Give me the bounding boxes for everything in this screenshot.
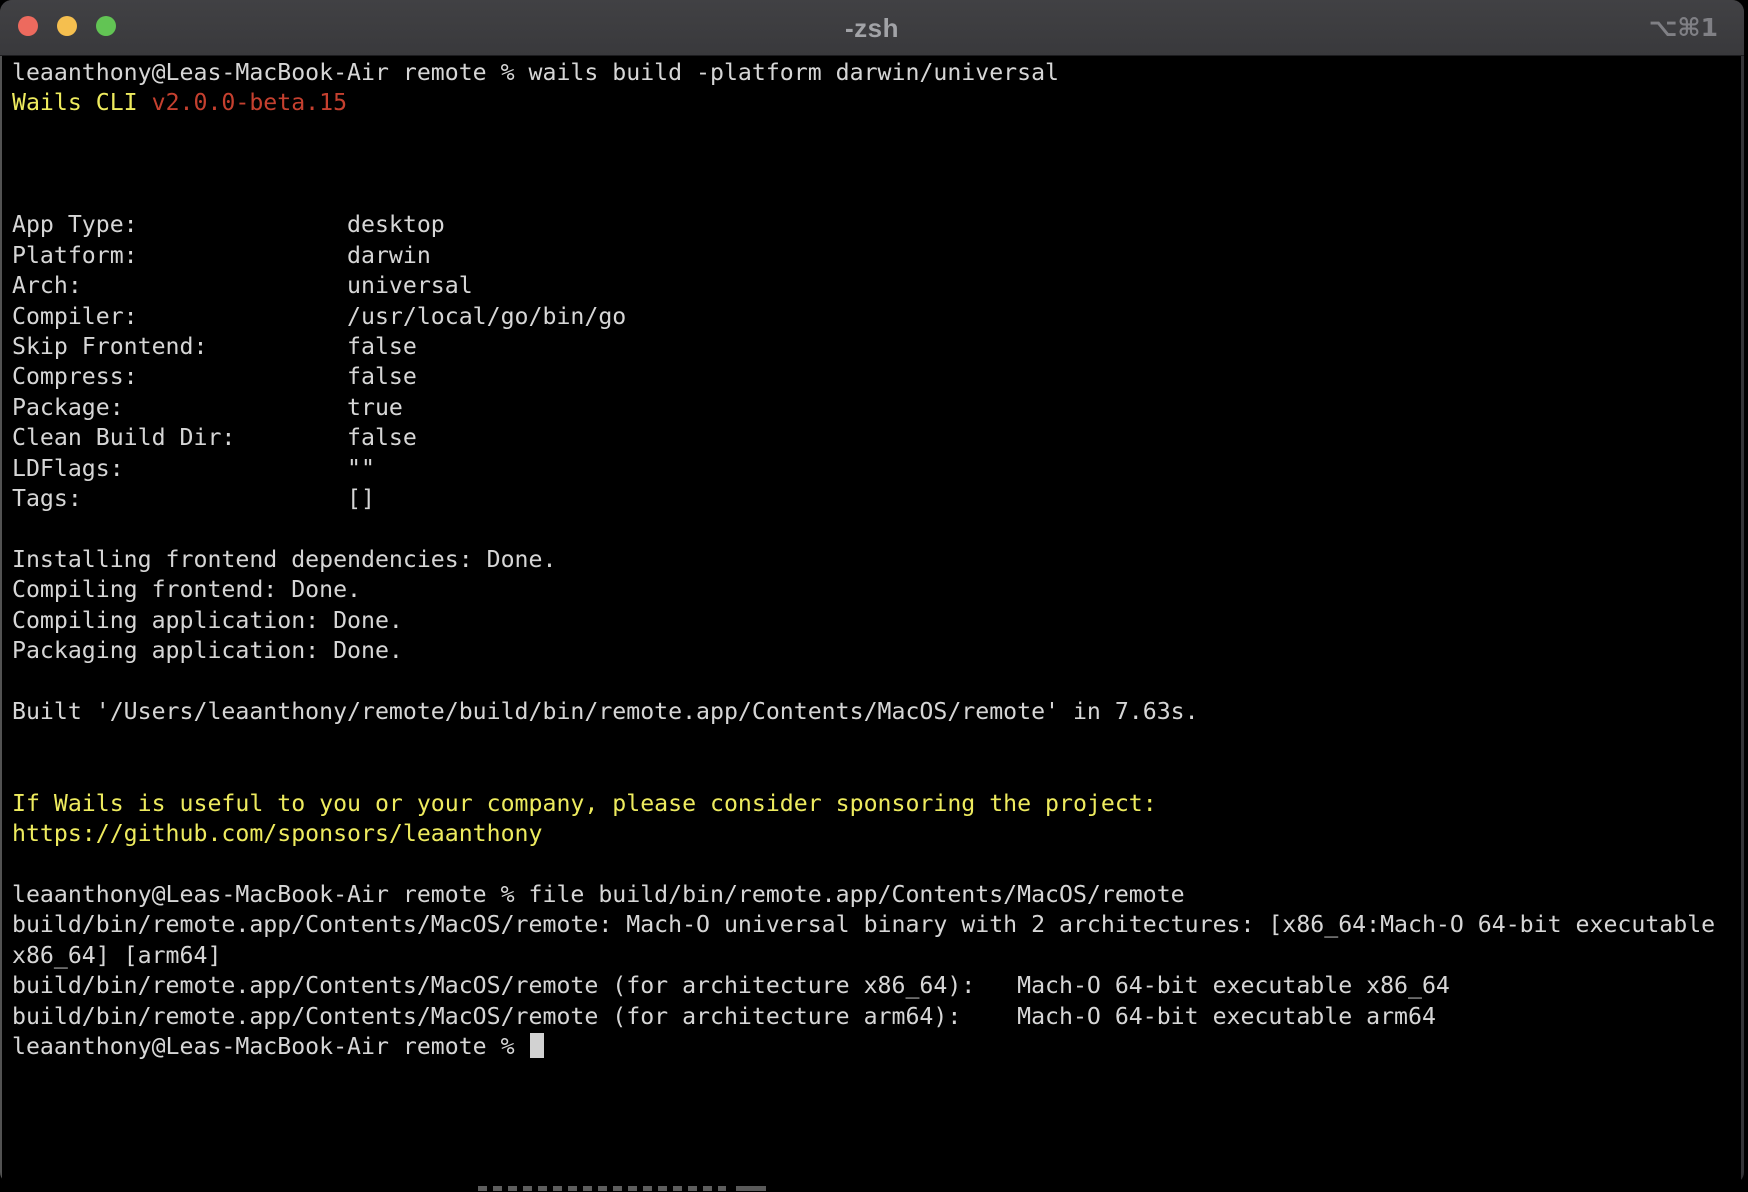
- terminal-text: Wails CLI: [12, 89, 152, 116]
- terminal-line: Tags: []: [12, 484, 1732, 514]
- terminal-line: [12, 758, 1732, 788]
- terminal-text: Compress: false: [12, 363, 417, 390]
- terminal-line: [12, 149, 1732, 179]
- terminal-text: x86_64] [arm64]: [12, 942, 221, 969]
- terminal-line: [12, 728, 1732, 758]
- terminal-line: Arch: universal: [12, 271, 1732, 301]
- window-title: -zsh: [0, 0, 1744, 56]
- terminal-line: https://github.com/sponsors/leaanthony: [12, 819, 1732, 849]
- terminal-text: If Wails is useful to you or your compan…: [12, 790, 1157, 817]
- terminal-text: Packaging application: Done.: [12, 637, 403, 664]
- background-window-peek: [0, 1184, 1748, 1192]
- terminal-text: Built '/Users/leaanthony/remote/build/bi…: [12, 698, 1199, 725]
- terminal-line: Compress: false: [12, 362, 1732, 392]
- background-window-text-fragment: [736, 1186, 766, 1191]
- terminal-line: build/bin/remote.app/Contents/MacOS/remo…: [12, 971, 1732, 1001]
- terminal-line: Packaging application: Done.: [12, 636, 1732, 666]
- terminal-text: Package: true: [12, 394, 403, 421]
- terminal-line: Clean Build Dir: false: [12, 423, 1732, 453]
- terminal-text: Installing frontend dependencies: Done.: [12, 546, 556, 573]
- terminal-text: v2.0.0-beta.15: [152, 89, 347, 116]
- terminal-line: App Type: desktop: [12, 210, 1732, 240]
- terminal-text: https://github.com/sponsors/leaanthony: [12, 820, 542, 847]
- terminal-text: leaanthony@Leas-MacBook-Air remote %: [12, 1033, 529, 1060]
- terminal-text: build/bin/remote.app/Contents/MacOS/remo…: [12, 972, 1450, 999]
- terminal-line: Compiler: /usr/local/go/bin/go: [12, 302, 1732, 332]
- terminal-text: Tags: []: [12, 485, 375, 512]
- terminal-text: leaanthony@Leas-MacBook-Air remote % wai…: [12, 59, 1059, 86]
- terminal-text: Skip Frontend: false: [12, 333, 417, 360]
- titlebar[interactable]: -zsh ⌥⌘1: [0, 0, 1744, 56]
- terminal-cursor: [530, 1033, 544, 1058]
- terminal-text: App Type: desktop: [12, 211, 445, 238]
- terminal-line: If Wails is useful to you or your compan…: [12, 789, 1732, 819]
- screen: -zsh ⌥⌘1 leaanthony@Leas-MacBook-Air rem…: [0, 0, 1748, 1192]
- terminal-line: Skip Frontend: false: [12, 332, 1732, 362]
- window-shortcut-badge: ⌥⌘1: [1649, 0, 1718, 56]
- terminal-text: build/bin/remote.app/Contents/MacOS/remo…: [12, 1003, 1436, 1030]
- terminal-text: Compiling frontend: Done.: [12, 576, 361, 603]
- terminal-line: Compiling application: Done.: [12, 606, 1732, 636]
- terminal-text: Compiling application: Done.: [12, 607, 403, 634]
- terminal-text: Platform: darwin: [12, 242, 431, 269]
- terminal-line: leaanthony@Leas-MacBook-Air remote % fil…: [12, 880, 1732, 910]
- terminal-line: Platform: darwin: [12, 241, 1732, 271]
- terminal-line: [12, 119, 1732, 149]
- terminal-text: Arch: universal: [12, 272, 473, 299]
- terminal-line: Compiling frontend: Done.: [12, 575, 1732, 605]
- terminal-line: Installing frontend dependencies: Done.: [12, 545, 1732, 575]
- terminal-line: Built '/Users/leaanthony/remote/build/bi…: [12, 697, 1732, 727]
- terminal-line: [12, 515, 1732, 545]
- terminal-output[interactable]: leaanthony@Leas-MacBook-Air remote % wai…: [0, 56, 1744, 1062]
- terminal-text: LDFlags: "": [12, 455, 375, 482]
- terminal-line: leaanthony@Leas-MacBook-Air remote % wai…: [12, 58, 1732, 88]
- terminal-text: Compiler: /usr/local/go/bin/go: [12, 303, 626, 330]
- terminal-line: Package: true: [12, 393, 1732, 423]
- terminal-text: Clean Build Dir: false: [12, 424, 417, 451]
- terminal-line: x86_64] [arm64]: [12, 941, 1732, 971]
- background-window-text-fragment: [478, 1186, 726, 1191]
- terminal-line: [12, 849, 1732, 879]
- terminal-line: build/bin/remote.app/Contents/MacOS/remo…: [12, 910, 1732, 940]
- terminal-line: build/bin/remote.app/Contents/MacOS/remo…: [12, 1002, 1732, 1032]
- terminal-line: [12, 180, 1732, 210]
- terminal-line: [12, 667, 1732, 697]
- terminal-text: build/bin/remote.app/Contents/MacOS/remo…: [12, 911, 1715, 938]
- terminal-line: leaanthony@Leas-MacBook-Air remote %: [12, 1032, 1732, 1062]
- terminal-window: -zsh ⌥⌘1 leaanthony@Leas-MacBook-Air rem…: [0, 0, 1744, 1184]
- terminal-line: LDFlags: "": [12, 454, 1732, 484]
- terminal-line: Wails CLI v2.0.0-beta.15: [12, 88, 1732, 118]
- terminal-text: leaanthony@Leas-MacBook-Air remote % fil…: [12, 881, 1185, 908]
